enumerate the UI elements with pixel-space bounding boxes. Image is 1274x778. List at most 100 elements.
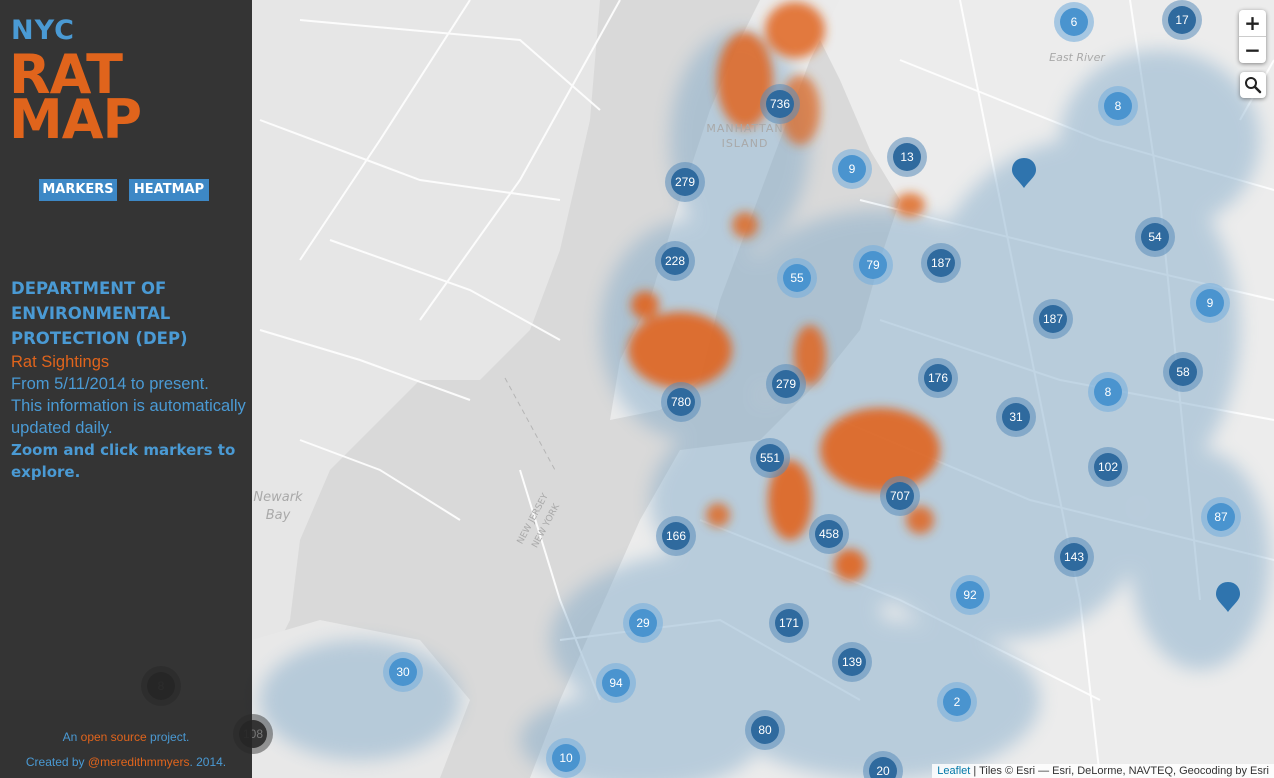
cluster-marker[interactable]: 54 (1135, 217, 1175, 257)
zoom-in-button[interactable]: + (1239, 10, 1266, 37)
cluster-count: 29 (636, 616, 650, 630)
cluster-marker[interactable]: 55 (777, 258, 817, 298)
open-source-link[interactable]: open source (81, 730, 147, 744)
cluster-count: 6 (1071, 15, 1078, 29)
cluster-marker[interactable]: 707 (880, 476, 920, 516)
logo-map: MAP (9, 88, 142, 151)
cluster-count: 2 (954, 695, 961, 709)
zoom-out-button[interactable]: − (1239, 37, 1266, 63)
cluster-marker[interactable]: 143 (1054, 537, 1094, 577)
cluster-count: 31 (1009, 410, 1023, 424)
date-range: From 5/11/2014 to present. (11, 375, 209, 393)
cluster-marker[interactable]: 80 (745, 710, 785, 750)
cluster-count: 80 (758, 723, 772, 737)
map-attribution: Leaflet | Tiles © Esri — Esri, DeLorme, … (932, 764, 1274, 778)
cluster-marker[interactable]: 279 (665, 162, 705, 202)
label-east-river: East River (1049, 51, 1106, 64)
cluster-marker[interactable]: 228 (655, 241, 695, 281)
cluster-count: 8 (1115, 99, 1122, 113)
cluster-marker[interactable]: 780 (661, 382, 701, 422)
author-link[interactable]: @meredithmmyers (88, 755, 190, 769)
info-panel: DEPARTMENT OF ENVIRONMENTAL PROTECTION (… (11, 276, 247, 483)
cluster-count: 279 (675, 175, 695, 189)
label-bay: Bay (266, 508, 291, 523)
footer-project: An open source project. (0, 730, 252, 744)
cluster-marker[interactable]: 187 (1033, 299, 1073, 339)
cluster-count: 458 (819, 527, 839, 541)
cluster-count: 9 (1207, 296, 1214, 310)
cluster-count: 176 (928, 371, 948, 385)
cluster-marker[interactable]: 279 (766, 364, 806, 404)
cluster-marker[interactable]: 8 (1088, 372, 1128, 412)
cluster-count: 166 (666, 529, 686, 543)
instruction-text: Zoom and click markers to explore. (11, 441, 236, 481)
cluster-marker[interactable]: 9 (1190, 283, 1230, 323)
magnifier-icon (1245, 77, 1262, 94)
cluster-marker[interactable]: 6 (1054, 2, 1094, 42)
cluster-marker[interactable]: 166 (656, 516, 696, 556)
cluster-count: 17 (1175, 13, 1189, 27)
cluster-count: 13 (900, 150, 914, 164)
leaflet-link[interactable]: Leaflet (937, 765, 970, 777)
cluster-count: 143 (1064, 550, 1084, 564)
search-button[interactable] (1240, 72, 1266, 98)
cluster-marker[interactable]: 94 (596, 663, 636, 703)
cluster-count: 20 (876, 764, 890, 778)
footer-text: project. (146, 730, 190, 744)
cluster-marker[interactable]: 79 (853, 245, 893, 285)
heatmap-button[interactable]: HEATMAP (129, 179, 209, 201)
cluster-marker[interactable]: 102 (1088, 447, 1128, 487)
cluster-count: 228 (665, 254, 685, 268)
cluster-count: 171 (779, 616, 799, 630)
cluster-marker[interactable]: 139 (832, 642, 872, 682)
cluster-count: 9 (849, 162, 856, 176)
cluster-count: 780 (671, 395, 691, 409)
cluster-count: 736 (770, 97, 790, 111)
cluster-count: 187 (931, 256, 951, 270)
cluster-count: 187 (1043, 312, 1063, 326)
cluster-count: 279 (776, 377, 796, 391)
zoom-control: + − (1239, 10, 1266, 63)
label-newark: Newark (253, 490, 303, 505)
cluster-count: 551 (760, 451, 780, 465)
cluster-marker[interactable]: 10 (546, 738, 586, 778)
cluster-marker[interactable]: 8 (1098, 86, 1138, 126)
markers-button[interactable]: MARKERS (39, 179, 117, 201)
cluster-marker[interactable]: 30 (383, 652, 423, 692)
cluster-count: 55 (790, 271, 804, 285)
department-heading: DEPARTMENT OF ENVIRONMENTAL PROTECTION (… (11, 279, 188, 348)
dataset-subtitle: Rat Sightings (11, 353, 110, 371)
cluster-marker[interactable]: 92 (950, 575, 990, 615)
cluster-marker[interactable]: 458 (809, 514, 849, 554)
logo-nyc: NYC (11, 15, 76, 46)
cluster-marker[interactable]: 17 (1162, 0, 1202, 40)
cluster-count: 139 (842, 655, 862, 669)
footer-credit: Created by @meredithmmyers. 2014. (0, 755, 252, 769)
label-manhattan: MANHATTAN (706, 122, 783, 135)
footer-text: . 2014. (189, 755, 227, 769)
cluster-marker[interactable]: 2 (937, 682, 977, 722)
cluster-count: 30 (396, 665, 410, 679)
cluster-count: 707 (890, 489, 910, 503)
cluster-marker[interactable]: 58 (1163, 352, 1203, 392)
cluster-marker[interactable]: 31 (996, 397, 1036, 437)
footer-text: Created by (25, 755, 88, 769)
cluster-count: 87 (1214, 510, 1228, 524)
cluster-marker[interactable]: 176 (918, 358, 958, 398)
sidebar: NYC RAT MAP MARKERS HEATMAP DEPARTMENT O… (0, 0, 252, 778)
tiles-credit: | Tiles © Esri — Esri, DeLorme, NAVTEQ, … (970, 765, 1269, 777)
cluster-marker[interactable]: 87 (1201, 497, 1241, 537)
cluster-marker[interactable]: 736 (760, 84, 800, 124)
cluster-marker[interactable]: 9 (832, 149, 872, 189)
cluster-count: 54 (1148, 230, 1162, 244)
cluster-marker[interactable]: 29 (623, 603, 663, 643)
cluster-count: 102 (1098, 460, 1118, 474)
cluster-marker[interactable]: 187 (921, 243, 961, 283)
cluster-marker[interactable]: 551 (750, 438, 790, 478)
cluster-count: 79 (866, 258, 880, 272)
cluster-count: 58 (1176, 365, 1190, 379)
cluster-marker[interactable]: 171 (769, 603, 809, 643)
cluster-count: 92 (963, 588, 977, 602)
cluster-marker[interactable]: 13 (887, 137, 927, 177)
cluster-count: 94 (609, 676, 623, 690)
